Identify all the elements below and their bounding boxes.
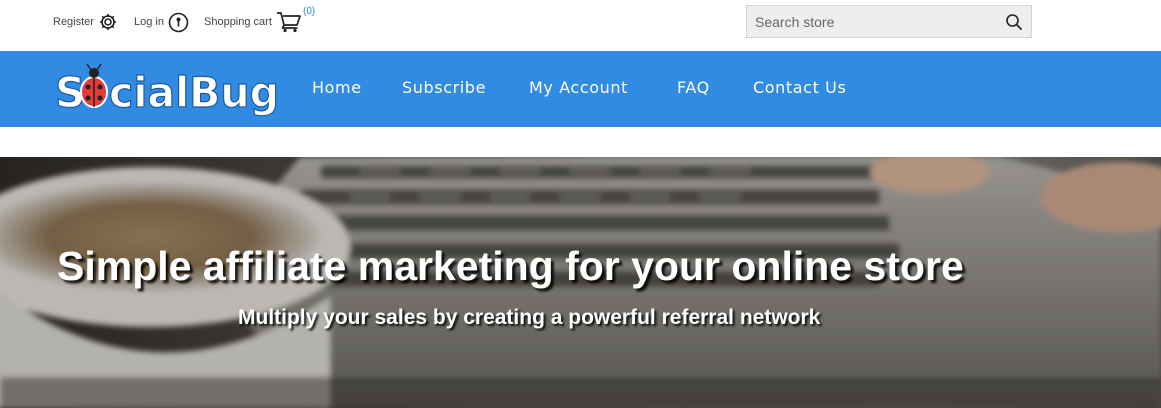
cart-count-badge: (0): [303, 6, 316, 17]
nav-subscribe[interactable]: Subscribe: [402, 78, 486, 97]
login-label: Log in: [134, 16, 164, 28]
shopping-cart-link[interactable]: Shopping cart: [204, 10, 302, 34]
key-icon: [168, 12, 189, 33]
logo-text-rest: cialBug: [109, 68, 279, 117]
main-nav-bar: S cialBug Home Subscribe My Account FAQ …: [0, 51, 1161, 127]
hero-subtitle: Multiply your sales by creating a powerf…: [238, 306, 821, 329]
register-link[interactable]: Register: [53, 10, 118, 34]
hero-title: Simple affiliate marketing for your onli…: [57, 243, 964, 289]
cart-label: Shopping cart: [204, 16, 272, 28]
gear-icon: [98, 12, 118, 32]
search-box: [746, 5, 1032, 38]
login-link[interactable]: Log in: [134, 10, 189, 34]
nav-my-account[interactable]: My Account: [529, 78, 628, 97]
register-label: Register: [53, 16, 94, 28]
nav-contact-us[interactable]: Contact Us: [753, 78, 846, 97]
top-bar: Register Log in Shopping cart (0) Search…: [0, 0, 1161, 51]
cart-icon: [276, 11, 302, 33]
hero-banner: Simple affiliate marketing for your onli…: [0, 157, 1161, 408]
nav-home[interactable]: Home: [312, 78, 362, 97]
socialbug-logo[interactable]: S cialBug: [53, 59, 285, 121]
search-icon[interactable]: [1005, 13, 1023, 31]
nav-faq[interactable]: FAQ: [677, 78, 710, 97]
search-input[interactable]: [747, 6, 1005, 37]
